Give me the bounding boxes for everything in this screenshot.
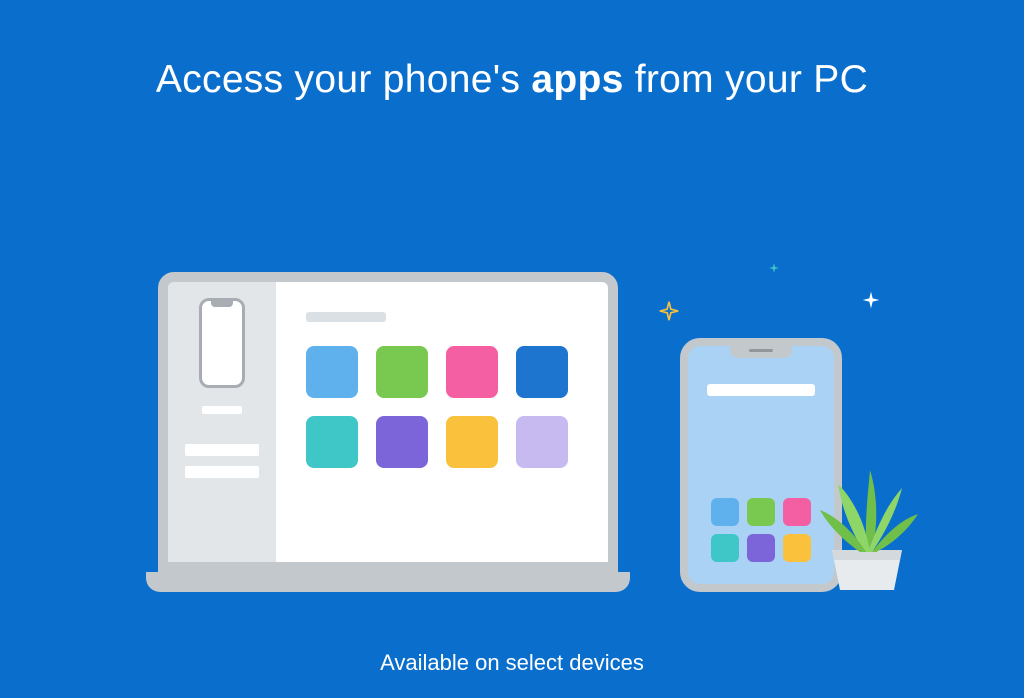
app-tile: [446, 346, 498, 398]
app-tile: [711, 534, 739, 562]
laptop-base: [146, 572, 630, 592]
laptop-content: [276, 282, 608, 562]
phone-outline-icon: [199, 298, 245, 388]
footer-text: Available on select devices: [0, 650, 1024, 676]
plant-icon: [812, 454, 922, 594]
laptop-screen: [158, 272, 618, 572]
placeholder-bar: [185, 466, 259, 478]
sparkle-icon: [658, 300, 680, 322]
headline-bold: apps: [531, 58, 623, 101]
app-tile: [747, 498, 775, 526]
app-tile: [516, 346, 568, 398]
phone-notch: [730, 346, 792, 358]
app-grid: [306, 346, 578, 468]
placeholder-bar: [707, 384, 815, 396]
placeholder-bar: [185, 444, 259, 456]
headline-post: from your PC: [624, 58, 868, 101]
app-tile: [306, 416, 358, 468]
app-tile: [783, 534, 811, 562]
placeholder-bar: [202, 406, 242, 414]
placeholder-bar: [306, 312, 386, 322]
headline-pre: Access your phone's: [156, 58, 531, 101]
app-tile: [516, 416, 568, 468]
app-tile: [747, 534, 775, 562]
app-tile: [711, 498, 739, 526]
app-tile: [783, 498, 811, 526]
app-tile: [446, 416, 498, 468]
headline: Access your phone's apps from your PC: [0, 58, 1024, 102]
sparkle-icon: [861, 290, 881, 310]
phone-app-grid: [711, 498, 811, 562]
app-tile: [306, 346, 358, 398]
app-tile: [376, 416, 428, 468]
sparkle-icon: [768, 262, 780, 274]
app-tile: [376, 346, 428, 398]
laptop-illustration: [146, 272, 630, 592]
laptop-sidebar: [168, 282, 276, 562]
